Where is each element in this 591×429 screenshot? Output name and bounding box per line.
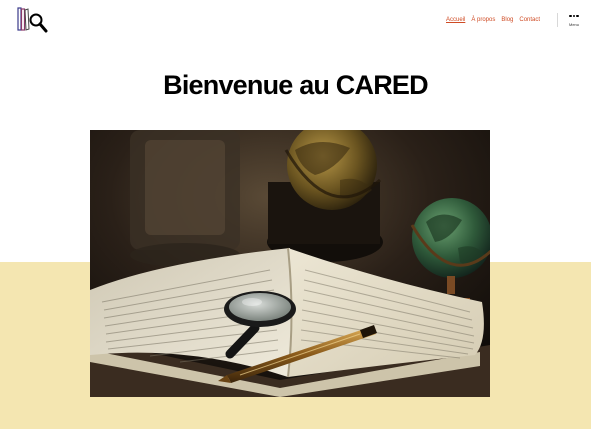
- primary-nav: Accueil À propos Blog Contact: [446, 16, 540, 24]
- more-dots-icon: [569, 13, 579, 19]
- nav-item-accueil[interactable]: Accueil: [446, 16, 465, 24]
- page: Accueil À propos Blog Contact Menu Bienv…: [0, 0, 591, 429]
- nav-divider: [557, 13, 558, 27]
- site-logo-icon[interactable]: [16, 6, 50, 34]
- nav-item-contact[interactable]: Contact: [519, 16, 540, 24]
- featured-image: [90, 130, 490, 397]
- menu-button[interactable]: Menu: [564, 13, 584, 35]
- nav-item-blog[interactable]: Blog: [501, 16, 513, 24]
- page-title: Bienvenue au CARED: [163, 70, 428, 100]
- menu-label: Menu: [568, 22, 579, 27]
- site-header: Accueil À propos Blog Contact Menu: [0, 0, 591, 40]
- nav-item-a-propos[interactable]: À propos: [471, 16, 495, 24]
